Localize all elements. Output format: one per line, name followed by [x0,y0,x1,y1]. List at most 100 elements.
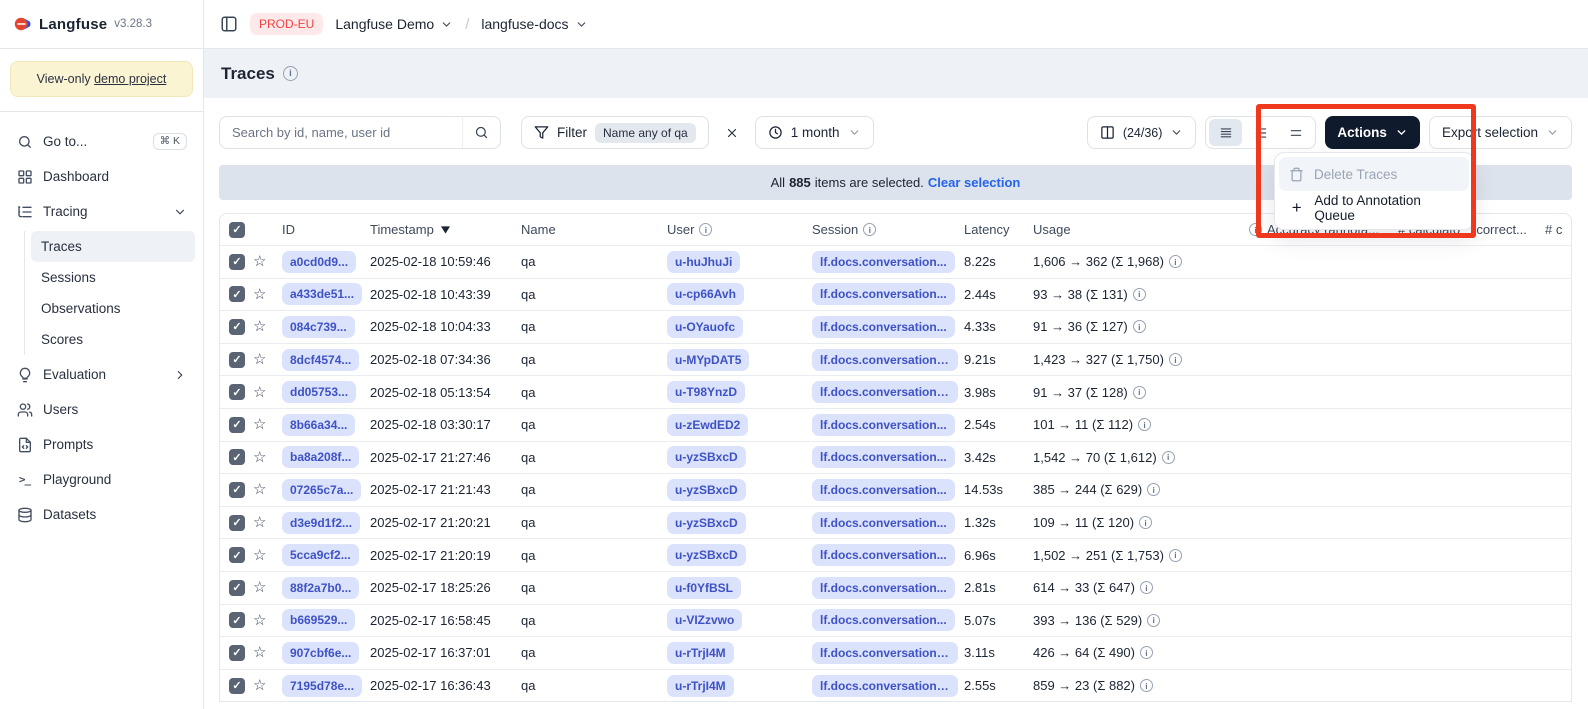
trace-id-badge[interactable]: 907cbf6e... [282,642,359,664]
clear-filter-icon[interactable] [717,116,747,149]
sidebar-item-observations[interactable]: Observations [31,293,195,324]
sidebar-item-tracing[interactable]: Tracing [8,194,195,229]
row-checkbox[interactable]: ✓ [229,580,245,596]
table-row[interactable]: ✓ ☆ b669529... 2025-02-17 16:58:45 qa u-… [220,604,1571,637]
table-row[interactable]: ✓ ☆ a0cd0d9... 2025-02-18 10:59:46 qa u-… [220,245,1571,278]
star-icon[interactable]: ☆ [253,319,266,334]
clear-selection-link[interactable]: Clear selection [928,175,1021,190]
select-all-checkbox[interactable]: ✓ [229,222,245,238]
star-icon[interactable]: ☆ [253,450,266,465]
session-badge[interactable]: lf.docs.conversation.... [812,349,958,371]
table-row[interactable]: ✓ ☆ 88f2a7b0... 2025-02-17 18:25:26 qa u… [220,571,1571,604]
trace-id-badge[interactable]: 07265c7a... [282,479,361,501]
trace-id-badge[interactable]: dd05753... [282,381,356,403]
header-latency[interactable]: Latency [964,222,1033,237]
columns-button[interactable]: (24/36) [1087,116,1197,149]
trace-id-badge[interactable]: 084c739... [282,316,355,338]
sidebar-item-sessions[interactable]: Sessions [31,262,195,293]
user-badge[interactable]: u-rTrjI4M [667,675,734,697]
star-icon[interactable]: ☆ [253,385,266,400]
row-height-large-icon[interactable] [1279,119,1312,146]
trace-id-badge[interactable]: a0cd0d9... [282,251,356,273]
sidebar-toggle-icon[interactable] [220,15,238,33]
filter-button[interactable]: Filter Name any of qa [521,116,709,149]
info-icon[interactable]: i [863,223,876,236]
user-badge[interactable]: u-VIZzvwo [667,609,742,631]
row-checkbox[interactable]: ✓ [229,286,245,302]
menu-item-add-annotation-queue[interactable]: + Add to Annotation Queue [1279,191,1469,225]
session-badge[interactable]: lf.docs.conversation... [812,446,955,468]
row-checkbox[interactable]: ✓ [229,612,245,628]
info-icon[interactable]: i [1138,418,1151,431]
user-badge[interactable]: u-yzSBxcD [667,512,746,534]
sidebar-item-prompts[interactable]: Prompts [8,427,195,462]
row-checkbox[interactable]: ✓ [229,449,245,465]
info-icon[interactable]: i [1169,353,1182,366]
star-icon[interactable]: ☆ [253,417,266,432]
trace-id-badge[interactable]: d3e9d1f2... [282,512,360,534]
user-badge[interactable]: u-f0YfBSL [667,577,741,599]
user-badge[interactable]: u-OYauofc [667,316,743,338]
trace-id-badge[interactable]: 88f2a7b0... [282,577,359,599]
info-icon[interactable]: i [283,66,298,81]
trace-id-badge[interactable]: 7195d78e... [282,675,362,697]
info-icon[interactable]: i [1140,646,1153,659]
row-checkbox[interactable]: ✓ [229,515,245,531]
info-icon[interactable]: i [1140,679,1153,692]
user-badge[interactable]: u-huJhuJi [667,251,740,273]
trace-id-badge[interactable]: 8dcf4574... [282,349,359,371]
info-icon[interactable]: i [1169,255,1182,268]
sidebar-item-scores[interactable]: Scores [31,324,195,355]
star-icon[interactable]: ☆ [253,613,266,628]
table-row[interactable]: ✓ ☆ dd05753... 2025-02-18 05:13:54 qa u-… [220,375,1571,408]
row-height-small-icon[interactable] [1209,119,1242,146]
star-icon[interactable]: ☆ [253,645,266,660]
trace-id-badge[interactable]: 8b66a34... [282,414,355,436]
header-session[interactable]: Session i [812,222,964,237]
row-checkbox[interactable]: ✓ [229,482,245,498]
row-height-medium-icon[interactable] [1244,119,1277,146]
row-checkbox[interactable]: ✓ [229,678,245,694]
user-badge[interactable]: u-yzSBxcD [667,479,746,501]
header-name[interactable]: Name [521,222,667,237]
star-icon[interactable]: ☆ [253,352,266,367]
row-checkbox[interactable]: ✓ [229,645,245,661]
sidebar-item-dashboard[interactable]: Dashboard [8,159,195,194]
row-checkbox[interactable]: ✓ [229,352,245,368]
table-row[interactable]: ✓ ☆ 907cbf6e... 2025-02-17 16:37:01 qa u… [220,636,1571,669]
user-badge[interactable]: u-cp66Avh [667,283,744,305]
row-checkbox[interactable]: ✓ [229,384,245,400]
star-icon[interactable]: ☆ [253,482,266,497]
row-checkbox[interactable]: ✓ [229,547,245,563]
session-badge[interactable]: lf.docs.conversation... [812,251,955,273]
header-id[interactable]: ID [282,222,370,237]
session-badge[interactable]: lf.docs.conversation... [812,512,955,534]
table-row[interactable]: ✓ ☆ 084c739... 2025-02-18 10:04:33 qa u-… [220,310,1571,343]
table-row[interactable]: ✓ ☆ d3e9d1f2... 2025-02-17 21:20:21 qa u… [220,506,1571,539]
user-badge[interactable]: u-zEwdED2 [667,414,748,436]
table-row[interactable]: ✓ ☆ 07265c7a... 2025-02-17 21:21:43 qa u… [220,473,1571,506]
info-icon[interactable]: i [1133,320,1146,333]
star-icon[interactable]: ☆ [253,287,266,302]
star-icon[interactable]: ☆ [253,548,266,563]
sidebar-item-goto[interactable]: Go to... ⌘ K [8,124,195,159]
header-timestamp[interactable]: Timestamp [370,222,521,237]
table-row[interactable]: ✓ ☆ 8dcf4574... 2025-02-18 07:34:36 qa u… [220,343,1571,376]
sidebar-item-evaluation[interactable]: Evaluation [8,357,195,392]
user-badge[interactable]: u-MYpDAT5 [667,349,749,371]
export-selection-button[interactable]: Export selection [1429,116,1572,149]
session-badge[interactable]: lf.docs.conversation.... [812,675,958,697]
session-badge[interactable]: lf.docs.conversation... [812,414,955,436]
row-checkbox[interactable]: ✓ [229,254,245,270]
session-badge[interactable]: lf.docs.conversation... [812,316,955,338]
session-badge[interactable]: lf.docs.conversation... [812,577,955,599]
session-badge[interactable]: lf.docs.conversation.... [812,381,958,403]
info-icon[interactable]: i [1140,581,1153,594]
info-icon[interactable]: i [1147,614,1160,627]
sidebar-item-playground[interactable]: >_ Playground [8,462,195,497]
info-icon[interactable]: i [1133,386,1146,399]
sidebar-item-datasets[interactable]: Datasets [8,497,195,532]
row-checkbox[interactable]: ✓ [229,319,245,335]
info-icon[interactable]: i [1162,451,1175,464]
header-user[interactable]: User i [667,222,812,237]
